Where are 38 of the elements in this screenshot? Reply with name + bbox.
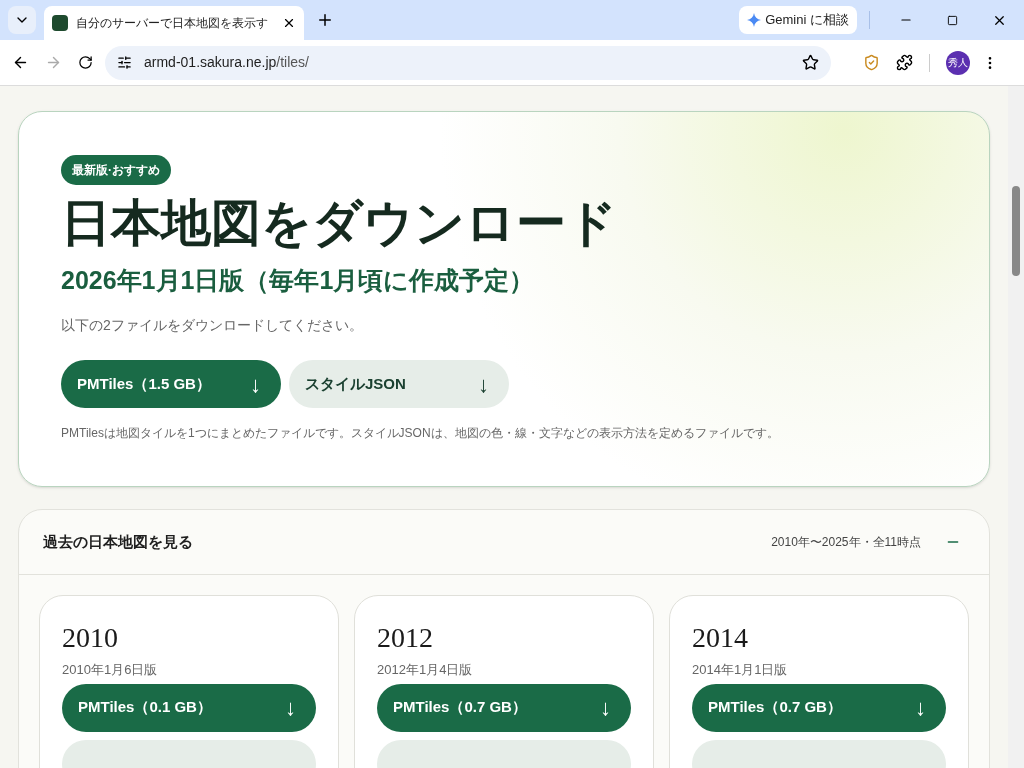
site-favicon	[52, 15, 68, 31]
sparkle-icon	[747, 13, 762, 27]
site-info-icon[interactable]	[117, 55, 132, 70]
extensions-icon[interactable]	[896, 54, 913, 71]
summary-text: 2010年〜2025年・全11時点	[771, 534, 921, 551]
bookmark-star-icon[interactable]	[802, 54, 819, 71]
url-text: armd-01.sakura.ne.jp/tiles/	[144, 53, 310, 72]
download-button[interactable]: スタイルJSON ↓	[289, 360, 509, 408]
download-button[interactable]: PMTiles（0.1 GB） ↓	[62, 683, 316, 732]
instruction-text: 以下の2ファイルをダウンロードしてください。	[61, 316, 363, 335]
download-button[interactable]: PMTiles（1.5 GB） ↓	[61, 360, 281, 408]
maximize-icon[interactable]	[947, 14, 958, 26]
profile-avatar[interactable]: 秀人	[946, 50, 970, 75]
recommended-badge: 最新版·おすすめ	[61, 155, 171, 185]
tab-search-button[interactable]	[8, 6, 36, 34]
browser-tab[interactable]: 自分のサーバーで日本地図を表示す	[44, 6, 304, 40]
edition-date: 2012年1月4日版	[377, 661, 473, 679]
download-button[interactable]: PMTiles（0.7 GB） ↓	[692, 683, 946, 732]
scrollbar[interactable]	[1008, 86, 1024, 768]
gemini-button[interactable]: Gemini に相談	[739, 6, 857, 34]
edition-subtitle: 2026年1月1日版（毎年1月頃に作成予定）	[61, 265, 535, 296]
download-button[interactable]: PMTiles（0.7 GB） ↓	[377, 683, 631, 732]
back-icon[interactable]	[12, 54, 29, 71]
year-heading: 2014	[692, 622, 748, 654]
reload-icon[interactable]	[78, 55, 93, 70]
address-bar[interactable]: armd-01.sakura.ne.jp/tiles/	[105, 45, 831, 80]
year-heading: 2010	[62, 622, 118, 654]
close-icon[interactable]	[282, 16, 296, 30]
new-tab-icon[interactable]	[316, 11, 334, 29]
description-note: PMTilesは地図タイルを1つにまとめたファイルです。スタイルJSONは、地図の色・線・文字などの表示方法を定めるファイルです。	[61, 425, 779, 442]
shield-icon[interactable]	[863, 54, 880, 71]
panel-header[interactable]: 過去の日本地図を見る 2010年〜2025年・全11時点	[19, 510, 989, 575]
year-heading: 2012	[377, 622, 433, 654]
section-title: 過去の日本地図を見る	[43, 531, 194, 552]
edition-date: 2010年1月6日版	[62, 661, 158, 679]
tab-title: 自分のサーバーで日本地図を表示す	[76, 15, 269, 32]
page-title: 日本地図をダウンロード	[61, 194, 617, 253]
edition-date: 2014年1月1日版	[692, 661, 788, 679]
